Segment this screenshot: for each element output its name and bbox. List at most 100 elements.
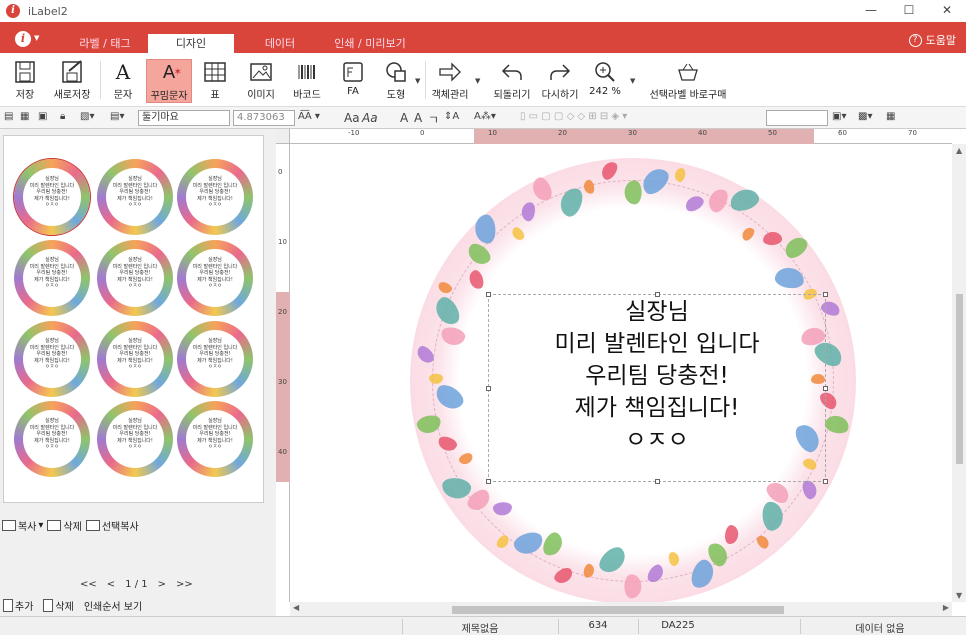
- resize-handle[interactable]: [655, 479, 660, 484]
- thumbnail-text: 실장님 미리 발렌타인 입니다 우리팀 당충전! 제가 책임집니다! ㅇㅈㅇ: [112, 257, 158, 289]
- image-button[interactable]: 이미지: [244, 59, 278, 103]
- line-style-select[interactable]: [766, 110, 828, 126]
- effect-icon[interactable]: A⁂▾: [474, 111, 496, 125]
- minimize-button[interactable]: —: [852, 0, 890, 22]
- grid-icon[interactable]: ▦: [20, 111, 29, 125]
- text-direction-icon[interactable]: ⇕A: [444, 111, 459, 125]
- delete-button[interactable]: 삭제: [47, 518, 82, 533]
- object-manage-button[interactable]: 객체관리: [430, 59, 470, 103]
- label-edit-area[interactable]: 실장님 미리 발렌타인 입니다 우리팀 당충전! 제가 책임집니다! ㅇㅈㅇ: [290, 144, 952, 602]
- label-thumbnail[interactable]: 실장님 미리 발렌타인 입니다 우리팀 당충전! 제가 책임집니다! ㅇㅈㅇ: [97, 401, 173, 477]
- font-size-input[interactable]: 4.873063: [233, 110, 295, 126]
- resize-handle[interactable]: [823, 479, 828, 484]
- align-left-icon[interactable]: ▤▾: [110, 111, 124, 125]
- remove-page-button[interactable]: 삭제: [43, 598, 74, 613]
- label-thumbnail[interactable]: 실장님 미리 발렌타인 입니다 우리팀 당충전! 제가 책임집니다! ㅇㅈㅇ: [14, 321, 90, 397]
- layout-icon[interactable]: ▧▾: [80, 111, 94, 125]
- lock-icon[interactable]: 🔒︎: [60, 111, 65, 125]
- shadow-text-icon[interactable]: A: [414, 111, 422, 125]
- select-copy-button[interactable]: 선택복사: [85, 518, 139, 533]
- label-thumbnail[interactable]: 실장님 미리 발렌타인 입니다 우리팀 당충전! 제가 책임집니다! ㅇㅈㅇ: [177, 159, 253, 235]
- label-thumbnail[interactable]: 실장님 미리 발렌타인 입니다 우리팀 당충전! 제가 책임집니다! ㅇㅈㅇ: [97, 240, 173, 316]
- align-icon[interactable]: ▤: [4, 111, 13, 125]
- label-thumbnail[interactable]: 실장님 미리 발렌타인 입니다 우리팀 당충전! 제가 책임집니다! ㅇㅈㅇ: [177, 401, 253, 477]
- shape-icon: [383, 59, 409, 85]
- label-text-line: ㅇㅈㅇ: [625, 427, 689, 453]
- label-thumbnail[interactable]: 실장님 미리 발렌타인 입니다 우리팀 당충전! 제가 책임집니다! ㅇㅈㅇ: [14, 159, 90, 235]
- status-model: DA225: [661, 620, 695, 631]
- table-button[interactable]: 표: [200, 59, 230, 103]
- fancy-text-button[interactable]: A ✶ 꾸밈문자: [146, 59, 192, 103]
- tab-data[interactable]: 데이터: [240, 34, 320, 53]
- chevron-down-icon[interactable]: ▼: [415, 77, 420, 85]
- pager: << < 1 / 1 > >>: [80, 579, 193, 590]
- buy-label-button[interactable]: 선택라벨 바로구매: [646, 59, 730, 103]
- scroll-thumb[interactable]: [452, 606, 784, 614]
- flower-decoration: [598, 158, 621, 183]
- tab-label-tag[interactable]: 라벨 / 태그: [62, 34, 148, 53]
- barcode-icon: [294, 59, 320, 85]
- copy-button[interactable]: 복사 ▾: [2, 518, 43, 533]
- text-button[interactable]: A 문자: [108, 59, 138, 103]
- label-thumbnail[interactable]: 실장님 미리 발렌타인 입니다 우리팀 당충전! 제가 책임집니다! ㅇㅈㅇ: [14, 401, 90, 477]
- help-label: 도움말: [925, 34, 956, 47]
- first-page-button[interactable]: <<: [80, 579, 97, 590]
- label-thumbnail[interactable]: 실장님 미리 발렌타인 입니다 우리팀 당충전! 제가 책임집니다! ㅇㅈㅇ: [97, 159, 173, 235]
- flower-decoration: [624, 180, 642, 205]
- tab-design[interactable]: 디자인: [148, 34, 234, 53]
- font-size-adjust-icon[interactable]: A͞A ▾: [298, 111, 320, 125]
- resize-handle[interactable]: [486, 479, 491, 484]
- vertical-text-icon[interactable]: ㄱ: [428, 111, 439, 127]
- close-button[interactable]: ✕: [928, 0, 966, 22]
- chevron-down-icon[interactable]: ▼: [34, 34, 39, 42]
- vertical-scrollbar[interactable]: ▲ ▼: [952, 144, 966, 602]
- chevron-down-icon[interactable]: ▼: [475, 77, 480, 85]
- label-thumbnail[interactable]: 실장님 미리 발렌타인 입니다 우리팀 당충전! 제가 책임집니다! ㅇㅈㅇ: [177, 240, 253, 316]
- label-thumbnail[interactable]: 실장님 미리 발렌타인 입니다 우리팀 당충전! 제가 책임집니다! ㅇㅈㅇ: [14, 240, 90, 316]
- barcode-button[interactable]: 바코드: [290, 59, 324, 103]
- font-italic-icon[interactable]: Aa: [362, 111, 378, 125]
- clipboard-icon[interactable]: ▣: [38, 111, 47, 125]
- outline-text-icon[interactable]: A: [400, 111, 408, 125]
- select-copy-icon: [85, 520, 100, 531]
- align-tools-icon[interactable]: ▯ ▭ ▢ ▢ ◇ ◇ ⊞ ⊟ ◈ ▾: [520, 111, 627, 125]
- label-thumbnail[interactable]: 실장님 미리 발렌타인 입니다 우리팀 당충전! 제가 책임집니다! ㅇㅈㅇ: [177, 321, 253, 397]
- app-menu-logo-icon[interactable]: i: [15, 31, 31, 47]
- fancy-text-icon: A ✶: [162, 62, 182, 83]
- shadow-icon[interactable]: ▩▾: [858, 111, 872, 125]
- last-page-button[interactable]: >>: [176, 579, 193, 590]
- zoom-button[interactable]: 242 %: [588, 59, 622, 103]
- prev-page-button[interactable]: <: [107, 579, 115, 590]
- help-icon: ?: [908, 33, 922, 47]
- font-grow-icon[interactable]: Aa: [344, 111, 360, 125]
- horizontal-scrollbar[interactable]: ◀ ▶: [290, 602, 952, 616]
- scroll-thumb[interactable]: [956, 294, 963, 464]
- window-title: iLabel2: [28, 4, 68, 18]
- thumbnail-text: 실장님 미리 발렌타인 입니다 우리팀 당충전! 제가 책임집니다! ㅇㅈㅇ: [192, 418, 238, 450]
- image-icon: [248, 59, 274, 85]
- label-text-line: 우리팀 당충전!: [585, 363, 729, 389]
- maximize-button[interactable]: ☐: [890, 0, 928, 22]
- help-button[interactable]: ? 도움말: [908, 32, 956, 48]
- add-page-button[interactable]: 추가: [3, 598, 33, 613]
- undo-button[interactable]: 되돌리기: [490, 59, 534, 103]
- thumbnail-actions: 복사 ▾ 삭제 선택복사: [2, 518, 139, 533]
- print-order-button[interactable]: 인쇄순서 보기: [84, 598, 142, 613]
- status-code: 634: [588, 620, 608, 631]
- chevron-down-icon[interactable]: ▼: [630, 77, 635, 85]
- label-thumbnail[interactable]: 실장님 미리 발렌타인 입니다 우리팀 당충전! 제가 책임집니다! ㅇㅈㅇ: [97, 321, 173, 397]
- save-as-button[interactable]: 새로저장: [50, 59, 94, 103]
- transparency-icon[interactable]: ▦: [886, 111, 895, 125]
- thumbnail-text: 실장님 미리 발렌타인 입니다 우리팀 당충전! 제가 책임집니다! ㅇㅈㅇ: [29, 338, 75, 370]
- next-page-button[interactable]: >: [158, 579, 166, 590]
- save-as-icon: [59, 59, 85, 85]
- save-button[interactable]: 저장: [8, 59, 42, 103]
- redo-button[interactable]: 다시하기: [538, 59, 582, 103]
- fa-button[interactable]: FA: [338, 59, 368, 103]
- shape-button[interactable]: 도형: [380, 59, 412, 103]
- zoom-icon: [592, 59, 618, 85]
- tab-print-preview[interactable]: 인쇄 / 미리보기: [325, 34, 415, 53]
- fill-icon[interactable]: ▣▾: [832, 111, 846, 125]
- font-family-select[interactable]: 둘기마요: [138, 110, 230, 126]
- label-text[interactable]: 실장님 미리 발렌타인 입니다 우리팀 당충전! 제가 책임집니다! ㅇㅈㅇ: [488, 296, 826, 456]
